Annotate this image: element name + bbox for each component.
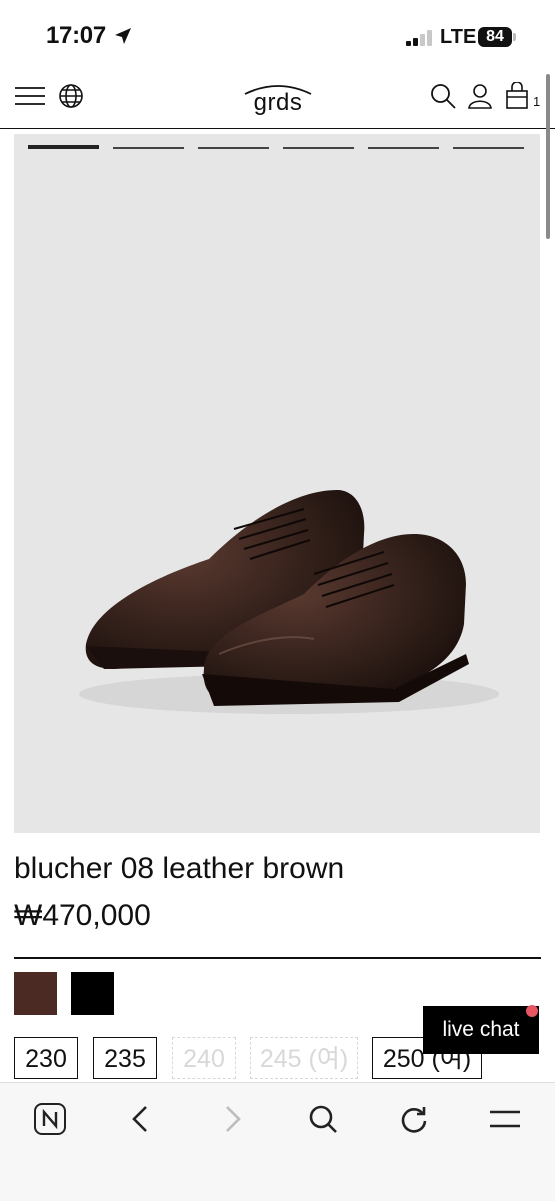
battery-tip [513, 33, 516, 41]
divider [14, 957, 541, 959]
product-image-gallery[interactable] [14, 134, 540, 833]
color-swatch-brown[interactable] [14, 972, 57, 1015]
search-icon[interactable] [301, 1097, 345, 1141]
cart-count: 1 [533, 94, 541, 109]
gallery-indicator[interactable] [453, 147, 524, 149]
logo[interactable]: grds [238, 80, 318, 120]
naver-home-icon[interactable] [28, 1097, 72, 1141]
browser-toolbar [0, 1082, 555, 1201]
status-time: 17:07 [46, 22, 106, 49]
refresh-icon[interactable] [392, 1097, 436, 1141]
size-option-230[interactable]: 230 [14, 1037, 78, 1079]
menu-icon[interactable] [483, 1097, 527, 1141]
globe-icon[interactable] [56, 82, 86, 110]
size-option-235[interactable]: 235 [93, 1037, 157, 1079]
notification-dot [526, 1005, 538, 1017]
battery-icon: 84 [478, 27, 512, 47]
cart-icon[interactable] [502, 82, 532, 110]
size-option-245: 245 (여) [250, 1037, 358, 1079]
scrollbar[interactable] [546, 74, 550, 239]
size-option-240: 240 [172, 1037, 236, 1079]
product-price: ₩470,000 [14, 899, 151, 932]
location-arrow-icon [113, 26, 133, 51]
gallery-indicator[interactable] [28, 145, 99, 149]
account-icon[interactable] [465, 82, 495, 110]
live-chat-button[interactable]: live chat [423, 1006, 539, 1054]
product-image [79, 489, 499, 714]
gallery-pagination [28, 145, 528, 151]
menu-icon[interactable] [12, 82, 48, 110]
product-name: blucher 08 leather brown [14, 852, 345, 885]
gallery-indicator[interactable] [283, 147, 354, 149]
gallery-indicator[interactable] [198, 147, 269, 149]
forward-icon [210, 1097, 254, 1141]
network-type: LTE [440, 26, 477, 48]
color-swatch-black[interactable] [71, 972, 114, 1015]
gallery-indicator[interactable] [368, 147, 439, 149]
cellular-signal-icon [406, 30, 434, 46]
back-icon[interactable] [119, 1097, 163, 1141]
logo-text: grds [253, 89, 303, 116]
gallery-indicator[interactable] [113, 147, 184, 149]
search-icon[interactable] [428, 82, 458, 110]
